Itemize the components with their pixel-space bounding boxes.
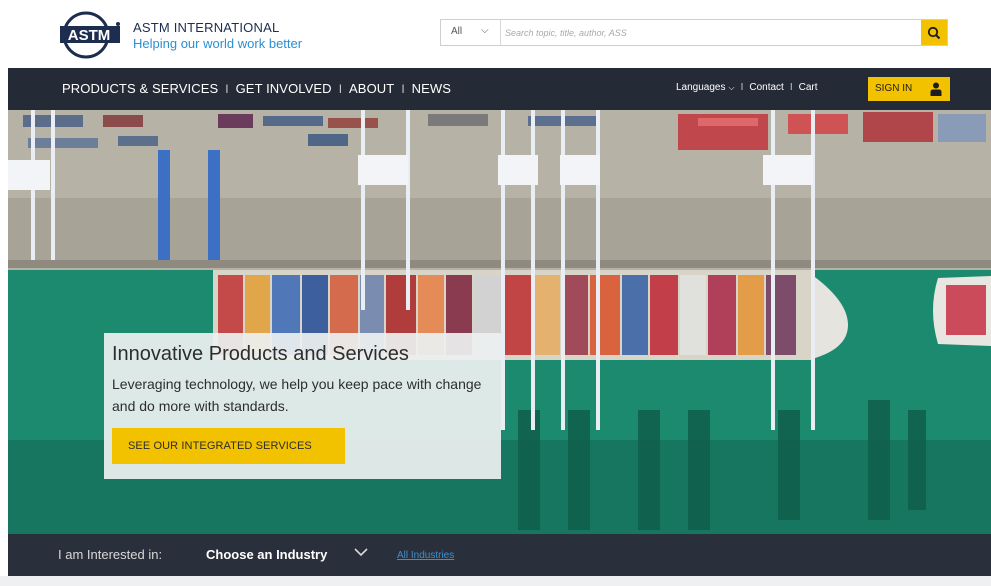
nav-separator: I [225,81,229,96]
hero-promo-card: Innovative Products and Services Leverag… [104,333,501,479]
search-input[interactable] [503,21,919,44]
hero-title: Innovative Products and Services [112,343,409,365]
chevron-down-icon: ⌵ [728,83,735,92]
astm-logo[interactable]: ASTM [58,9,126,61]
page-bottom-strip [0,576,991,586]
industry-select[interactable]: Choose an Industry [206,547,327,562]
brand-block[interactable]: ASTM INTERNATIONAL Helping our world wor… [133,20,302,51]
utility-links: Languages ⌵ I Contact I Cart [676,82,818,93]
sign-in-label: SIGN IN [875,83,913,94]
user-icon [930,82,942,96]
nav-news[interactable]: NEWS [412,81,451,96]
search-button[interactable] [921,20,947,45]
brand-name: ASTM INTERNATIONAL [133,20,280,35]
languages-label: Languages [676,82,726,93]
search-bar: All ⌵ [440,19,948,46]
industry-interest-bar: I am Interested in: Choose an Industry A… [8,534,991,576]
chevron-down-icon: ⌵ [481,25,489,36]
languages-menu[interactable]: Languages ⌵ [676,82,735,93]
main-navigation: PRODUCTS & SERVICES I GET INVOLVED I ABO… [8,68,991,110]
sign-in-button[interactable]: SIGN IN [868,77,950,101]
hero-banner: Innovative Products and Services Leverag… [8,110,991,534]
nav-links: PRODUCTS & SERVICES I GET INVOLVED I ABO… [62,81,451,96]
contact-link[interactable]: Contact [749,82,783,93]
nav-get-involved[interactable]: GET INVOLVED [236,81,332,96]
cta-label: SEE OUR INTEGRATED SERVICES [128,440,312,452]
brand-tagline: Helping our world work better [133,36,303,51]
search-scope-label: All [451,26,463,37]
all-industries-link[interactable]: All Industries [397,550,454,561]
nav-separator: I [338,81,343,96]
nav-about[interactable]: ABOUT [349,81,394,96]
cart-link[interactable]: Cart [799,82,818,93]
utility-separator: I [740,82,744,93]
site-header: ASTM ASTM INTERNATIONAL Helping our worl… [0,0,991,68]
chevron-down-icon[interactable] [354,547,368,557]
search-icon [927,26,941,39]
hero-body: Leveraging technology, we help you keep … [112,376,482,414]
nav-products-services[interactable]: PRODUCTS & SERVICES [62,81,218,96]
utility-separator: I [789,82,793,93]
see-integrated-services-button[interactable]: SEE OUR INTEGRATED SERVICES [112,428,345,464]
page-gutter [0,68,8,576]
search-scope-select[interactable]: All ⌵ [441,20,501,45]
logo-text: ASTM [68,27,111,44]
interest-label: I am Interested in: [58,547,163,562]
nav-separator: I [401,81,405,96]
